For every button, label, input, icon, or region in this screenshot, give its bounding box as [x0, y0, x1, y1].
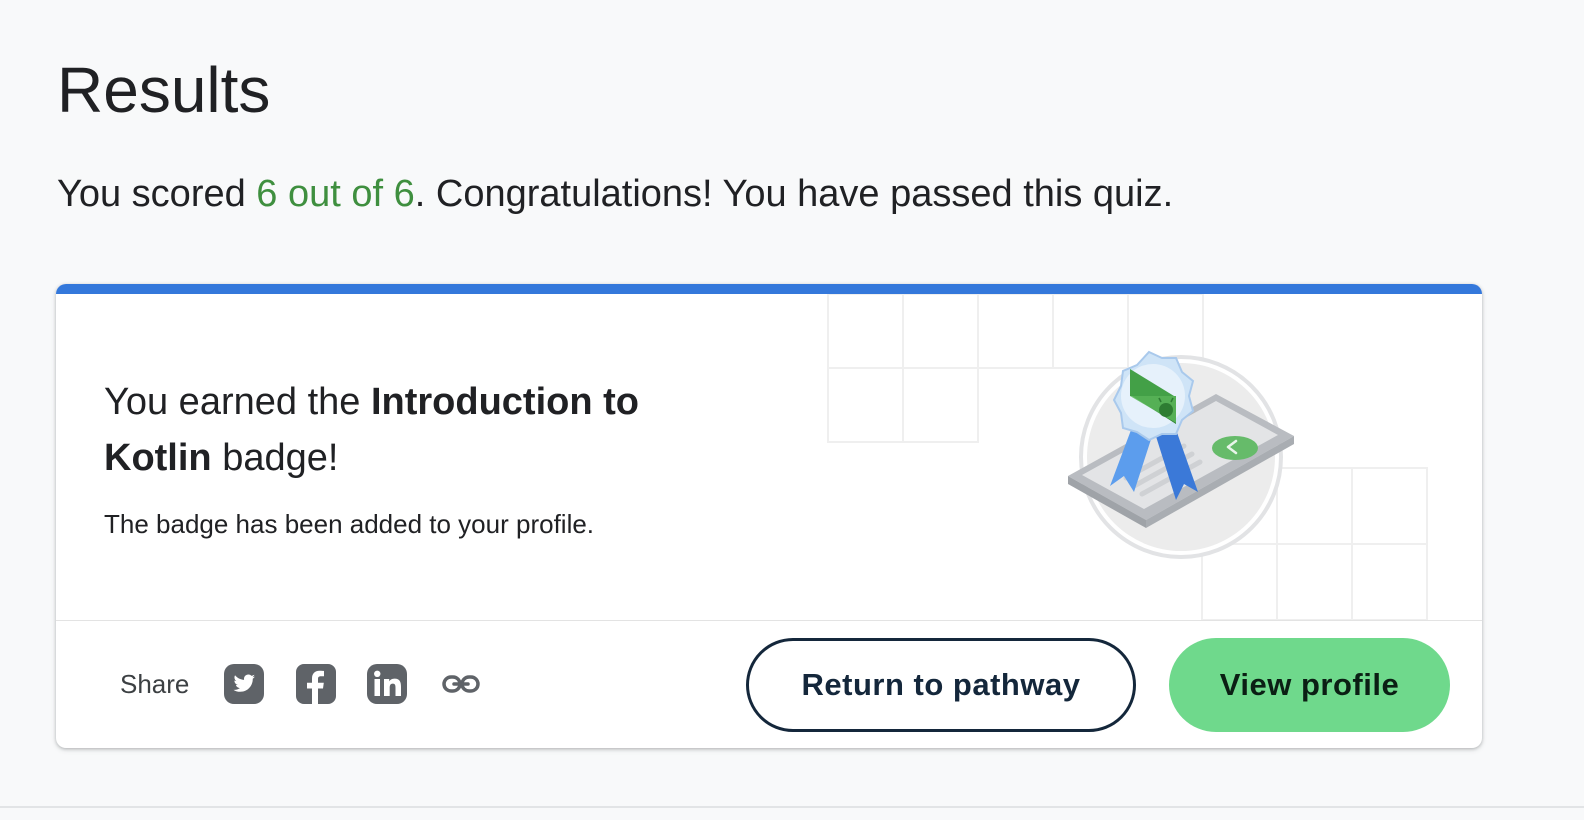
badge-earned-heading: You earned the Introduction to Kotlin bad…	[104, 374, 744, 486]
badge-card-footer: Share Return to pathway View profile	[56, 621, 1482, 748]
score-summary: You scored 6 out of 6. Congratulations! …	[57, 168, 1173, 220]
linkedin-icon[interactable]	[367, 664, 407, 704]
score-value: 6 out of 6	[256, 173, 415, 215]
facebook-icon[interactable]	[296, 664, 336, 704]
heading-prefix: You earned the	[104, 381, 371, 423]
share-label: Share	[120, 669, 190, 699]
heading-suffix: badge!	[211, 437, 339, 479]
badge-card-body: You earned the Introduction to Kotlin bad…	[56, 294, 1482, 620]
page-bottom-divider	[0, 806, 1584, 808]
twitter-icon[interactable]	[224, 664, 264, 704]
score-suffix: . Congratulations! You have passed this …	[414, 173, 1174, 215]
page-title: Results	[57, 54, 271, 126]
badge-name-line1: Introduction to	[370, 381, 639, 423]
badge-card: You earned the Introduction to Kotlin bad…	[56, 284, 1482, 748]
return-to-pathway-button[interactable]: Return to pathway	[746, 638, 1136, 732]
view-profile-button[interactable]: View profile	[1169, 638, 1450, 732]
score-prefix: You scored	[57, 173, 257, 215]
android-badge-ribbon-illustration	[1068, 350, 1294, 559]
badge-name-line2: Kotlin	[104, 437, 212, 479]
badge-added-message: The badge has been added to your profile…	[104, 509, 595, 539]
badge-card-accent-bar	[56, 284, 1482, 294]
link-icon[interactable]	[441, 664, 481, 704]
